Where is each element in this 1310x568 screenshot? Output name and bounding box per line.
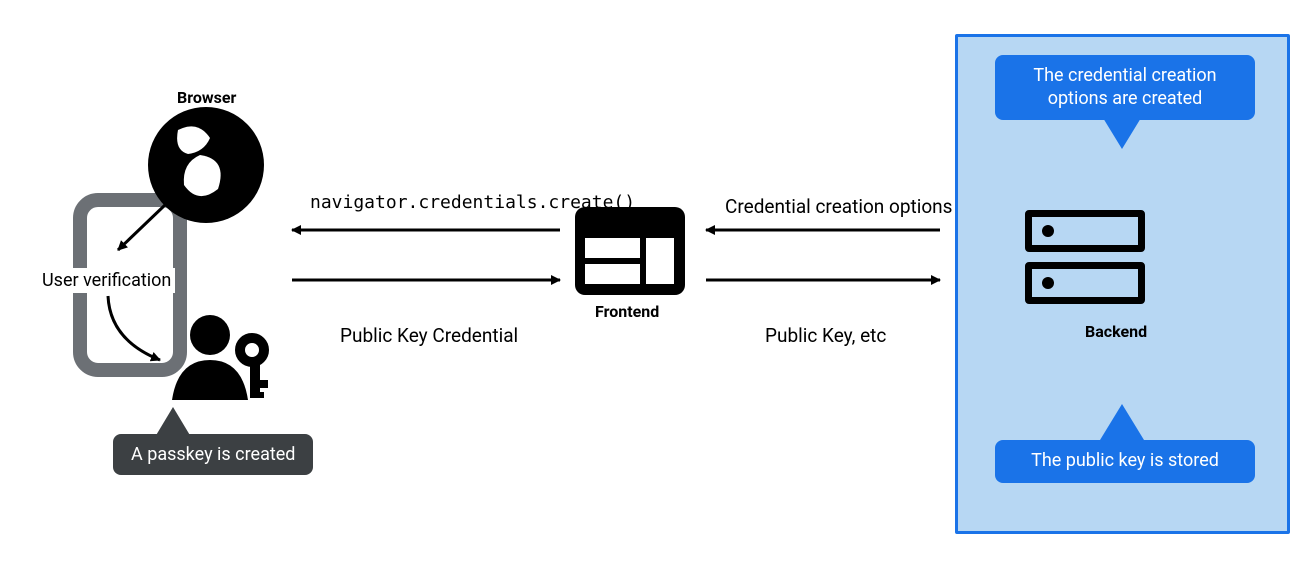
server-icon (1025, 262, 1145, 304)
callout-passkey-created-tail (155, 407, 191, 437)
flow-public-key-etc: Public Key, etc (765, 324, 886, 347)
globe-icon (118, 107, 264, 250)
callout-pubkey-stored: The public key is stored (995, 440, 1255, 483)
user-verification-arrow (108, 296, 160, 360)
flow-api-call: navigator.credentials.create() (310, 192, 635, 213)
callout-pubkey-stored-tail (1100, 404, 1144, 440)
callout-options-created-tail (1100, 113, 1144, 149)
callout-options-created: The credential creation options are crea… (995, 55, 1255, 120)
backend-label: Backend (1085, 322, 1147, 341)
callout-passkey-created: A passkey is created (113, 434, 313, 475)
flow-credential-creation-options: Credential creation options (725, 195, 952, 218)
flow-public-key-credential: Public Key Credential (340, 324, 518, 347)
user-verification-label: User verification (38, 268, 175, 293)
browser-label: Browser (177, 88, 236, 107)
user-key-icon (172, 315, 268, 400)
frontend-icon (575, 207, 685, 295)
frontend-label: Frontend (595, 302, 659, 321)
server-icon (1025, 210, 1145, 252)
